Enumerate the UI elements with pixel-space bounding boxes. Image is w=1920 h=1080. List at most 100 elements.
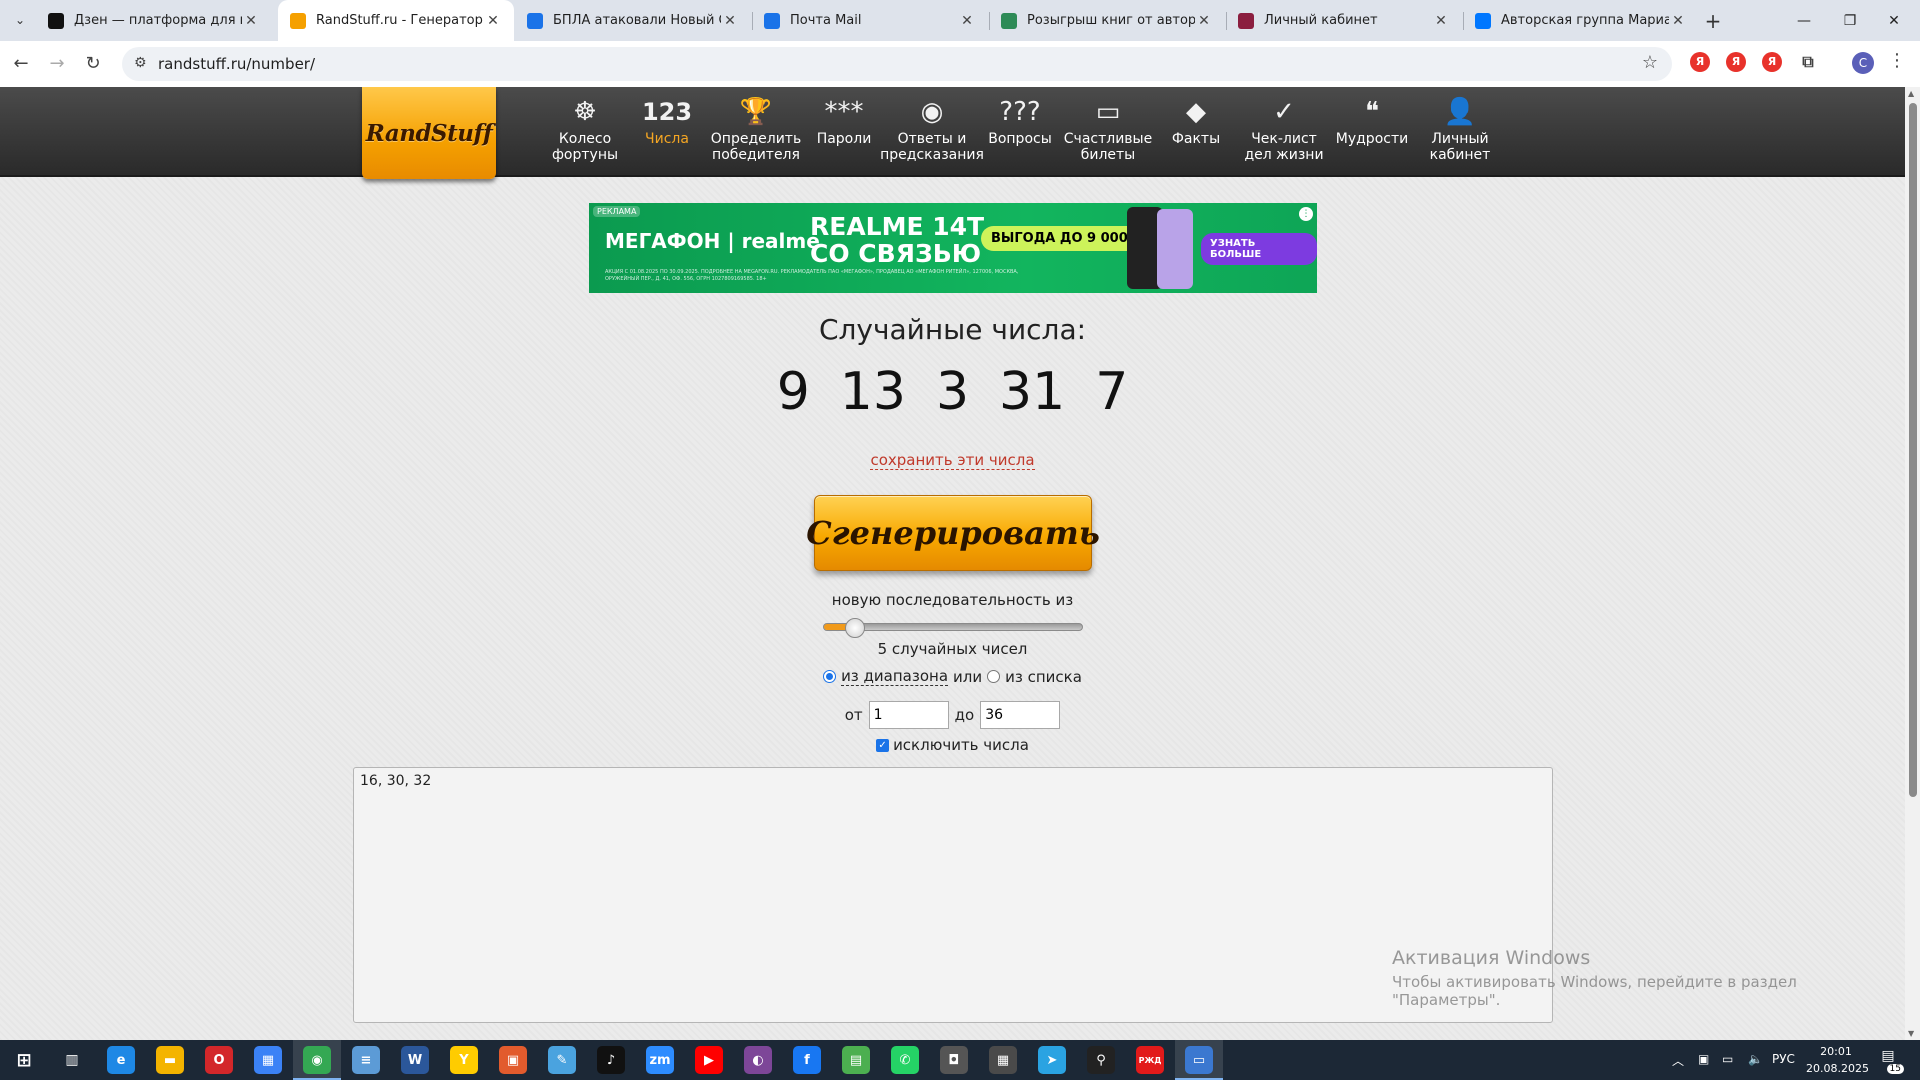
- windows-start-icon[interactable]: ⊞: [10, 1046, 38, 1074]
- close-tab-icon[interactable]: ✕: [242, 13, 260, 29]
- close-tab-icon[interactable]: ✕: [1669, 13, 1687, 29]
- nav-item[interactable]: ▭ Счастливые билеты: [1058, 93, 1158, 173]
- ad-cta-button[interactable]: УЗНАТЬ БОЛЬШЕ: [1201, 233, 1317, 265]
- from-input[interactable]: [868, 701, 949, 729]
- back-icon[interactable]: ←: [8, 51, 34, 77]
- nav-item-label: Числа: [645, 131, 689, 147]
- count-label: 5 случайных чисел: [877, 640, 1028, 658]
- notepad-icon[interactable]: ≡: [352, 1046, 380, 1074]
- save-numbers-link[interactable]: сохранить эти числа: [870, 451, 1035, 470]
- list-radio[interactable]: [987, 670, 1001, 683]
- youtube-icon[interactable]: ▶: [695, 1046, 723, 1074]
- clock[interactable]: 20:01 20.08.2025: [1806, 1043, 1869, 1077]
- windows-activation-watermark: Активация Windows Чтобы активировать Win…: [1392, 947, 1905, 1009]
- reload-icon[interactable]: ↻: [80, 51, 106, 77]
- profile-avatar[interactable]: С: [1852, 52, 1874, 74]
- nav-item[interactable]: 123 Числа: [617, 93, 717, 173]
- exclude-checkbox[interactable]: ✓: [876, 738, 890, 752]
- nav-item[interactable]: 👤 Личный кабинет: [1410, 93, 1510, 173]
- facebook-icon[interactable]: f: [793, 1046, 821, 1074]
- page-scrollbar[interactable]: ▲ ▼: [1905, 87, 1920, 1040]
- maps-pin-icon[interactable]: ⚲: [1087, 1046, 1115, 1074]
- range-mode-label[interactable]: из диапазона: [841, 667, 949, 686]
- scroll-down-icon[interactable]: ▼: [1908, 1029, 1914, 1038]
- save-numbers-row: сохранить эти числа: [0, 451, 1905, 470]
- scrollbar-thumb[interactable]: [1909, 103, 1917, 797]
- app-red-icon[interactable]: ▣: [499, 1046, 527, 1074]
- site-header: RandStuff ☸ Колесо фортуны 123 Числа 🏆 Определ…: [0, 87, 1905, 179]
- to-input[interactable]: [980, 701, 1061, 729]
- notification-center-icon[interactable]: ▤ 15: [1876, 1048, 1904, 1074]
- word-icon[interactable]: W: [401, 1046, 429, 1074]
- yandex-browser-icon[interactable]: Y: [450, 1046, 478, 1074]
- exclude-label[interactable]: исключить числа: [893, 736, 1029, 754]
- calculator-icon[interactable]: ▦: [989, 1046, 1017, 1074]
- camera-app-icon[interactable]: ◘: [940, 1046, 968, 1074]
- site-info-icon[interactable]: ⚙: [134, 55, 147, 71]
- browser-tab[interactable]: БПЛА атаковали Новый Оскол✕: [515, 0, 751, 41]
- nav-item[interactable]: ✓ Чек-лист дел жизни: [1234, 93, 1334, 173]
- telegram-icon[interactable]: ➤: [1038, 1046, 1066, 1074]
- scroll-up-icon[interactable]: ▲: [1908, 89, 1914, 98]
- bookmark-star-icon[interactable]: ☆: [1642, 52, 1658, 73]
- site-logo[interactable]: RandStuff: [362, 87, 496, 179]
- close-tab-icon[interactable]: ✕: [958, 13, 976, 29]
- browser-tab[interactable]: RandStuff.ru - Генератор случа✕: [278, 0, 514, 41]
- forward-icon[interactable]: →: [44, 51, 70, 77]
- whatsapp-icon[interactable]: ✆: [891, 1046, 919, 1074]
- volume-icon[interactable]: 🔈: [1748, 1052, 1763, 1066]
- list-mode-label[interactable]: из списка: [1005, 668, 1082, 686]
- opera-icon[interactable]: O: [205, 1046, 233, 1074]
- task-view-icon[interactable]: ▥: [58, 1046, 86, 1074]
- browser-tab[interactable]: Личный кабинет ✕: [1226, 0, 1462, 41]
- close-tab-icon[interactable]: ✕: [484, 13, 502, 29]
- to-label: до: [954, 706, 975, 724]
- ad-banner[interactable]: РЕКЛАМА МЕГАФОН | realme REALME 14T СО С…: [589, 203, 1317, 293]
- language-indicator[interactable]: РУС: [1772, 1052, 1795, 1066]
- range-radio[interactable]: [823, 670, 837, 683]
- video-icon[interactable]: ▤: [842, 1046, 870, 1074]
- tray-chevron-icon[interactable]: ︿: [1672, 1052, 1684, 1069]
- browser-tab[interactable]: Почта Mail ✕: [752, 0, 988, 41]
- address-bar[interactable]: ⚙ randstuff.ru/number/ ☆: [122, 47, 1672, 81]
- close-tab-icon[interactable]: ✕: [721, 13, 739, 29]
- exclude-numbers-textarea[interactable]: 16, 30, 32: [353, 767, 1553, 1023]
- nav-item[interactable]: ◉ Ответы и предсказания: [880, 93, 984, 173]
- extensions-puzzle-icon[interactable]: ⧉: [1798, 52, 1818, 72]
- nav-item[interactable]: ❝ Мудрости: [1322, 93, 1422, 173]
- tiktok-icon[interactable]: ♪: [597, 1046, 625, 1074]
- close-tab-icon[interactable]: ✕: [1432, 13, 1450, 29]
- chrome-icon[interactable]: ◉: [303, 1046, 331, 1074]
- browser-menu-icon[interactable]: ⋮: [1888, 50, 1906, 71]
- camera-tray-icon[interactable]: ▣: [1698, 1052, 1709, 1066]
- browser-tab[interactable]: Дзен — платформа для просм✕: [36, 0, 272, 41]
- browser-tab[interactable]: Авторская группа Марианны✕: [1463, 0, 1699, 41]
- window-app-icon[interactable]: ▭: [1185, 1046, 1213, 1074]
- generate-button[interactable]: Сгенерировать: [806, 495, 1100, 571]
- tab-title: RandStuff.ru - Генератор случа: [316, 13, 484, 28]
- browser-tab[interactable]: Розыгрыш книг от авторов Ли✕: [989, 0, 1225, 41]
- tab-search-icon[interactable]: ⌄: [8, 8, 32, 32]
- yandex-extension-icon[interactable]: Я: [1690, 52, 1710, 72]
- close-tab-icon[interactable]: ✕: [1195, 13, 1213, 29]
- network-icon[interactable]: ▭: [1722, 1052, 1733, 1066]
- close-window-icon[interactable]: ✕: [1866, 0, 1920, 41]
- explorer-icon[interactable]: ▬: [156, 1046, 184, 1074]
- paint-icon[interactable]: ✎: [548, 1046, 576, 1074]
- tor-icon[interactable]: ◐: [744, 1046, 772, 1074]
- ad-info-icon[interactable]: ⋮: [1299, 207, 1313, 221]
- nav-item[interactable]: ?‌?? Вопросы: [970, 93, 1070, 173]
- store-icon[interactable]: ▦: [254, 1046, 282, 1074]
- edge-icon[interactable]: e: [107, 1046, 135, 1074]
- nav-item[interactable]: *** Пароли: [794, 93, 894, 173]
- nav-item[interactable]: ◆ Факты: [1146, 93, 1246, 173]
- count-slider[interactable]: [823, 618, 1083, 638]
- address-url[interactable]: randstuff.ru/number/: [158, 55, 315, 73]
- nav-item[interactable]: 🏆 Определить победителя: [706, 93, 806, 173]
- slider-handle[interactable]: [845, 618, 865, 638]
- new-tab-button[interactable]: +: [1700, 8, 1726, 34]
- rzd-icon[interactable]: РЖД: [1136, 1046, 1164, 1074]
- yandex-extension-icon[interactable]: Я: [1762, 52, 1782, 72]
- yandex-extension-icon[interactable]: Я: [1726, 52, 1746, 72]
- zoom-icon[interactable]: zm: [646, 1046, 674, 1074]
